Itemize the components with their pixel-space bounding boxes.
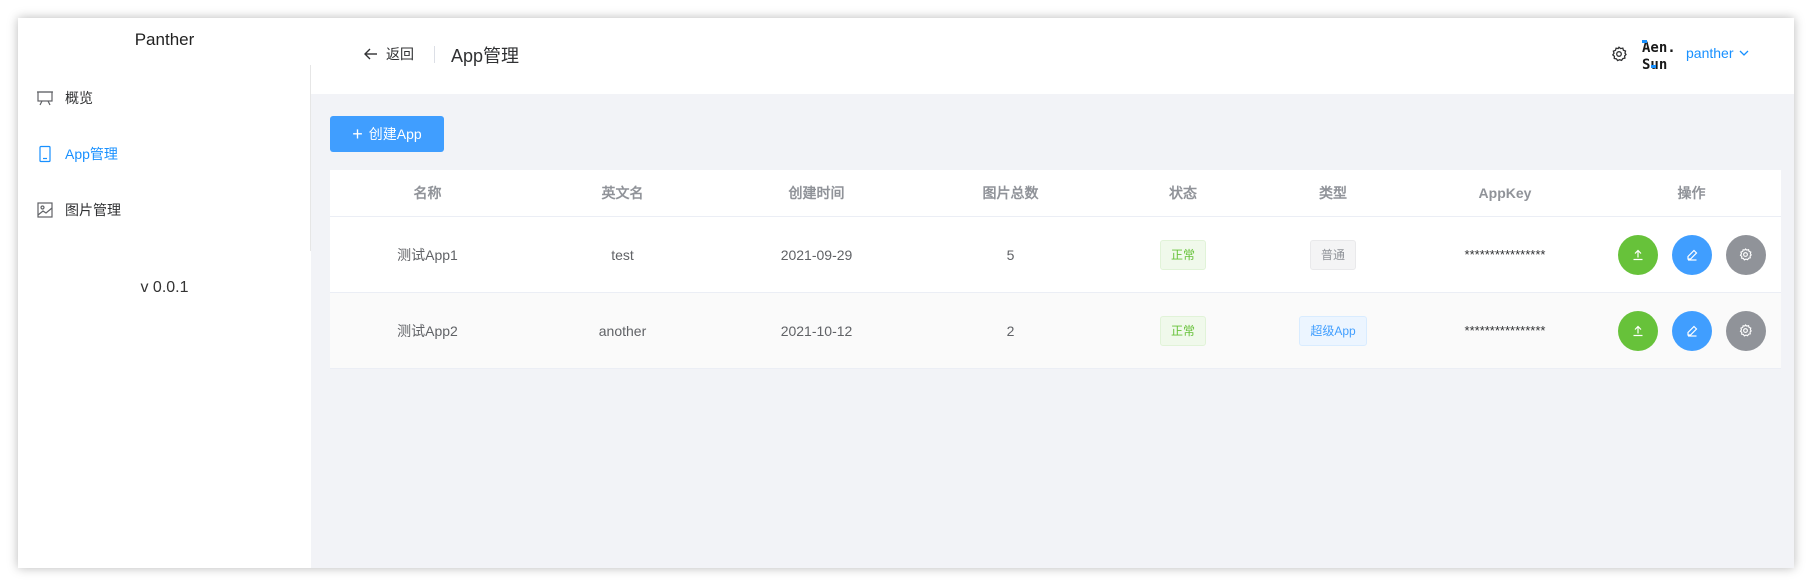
column-header-type: 类型 bbox=[1319, 185, 1347, 201]
svg-text:Sun: Sun bbox=[1642, 57, 1667, 72]
sidebar: Panther 概览 App管理 图片管理 v 0.0.1 bbox=[18, 18, 311, 568]
cell-en-name: another bbox=[598, 322, 647, 339]
table-header: 名称 英文名 创建时间 图片总数 状态 类型 AppKey 操作 bbox=[330, 170, 1781, 217]
app-window: Panther 概览 App管理 图片管理 v 0.0.1 返回 App管理 A… bbox=[18, 18, 1794, 568]
back-label: 返回 bbox=[386, 46, 414, 62]
sidebar-item-overview[interactable]: 概览 bbox=[18, 75, 310, 121]
version-label: v 0.0.1 bbox=[140, 279, 189, 296]
cell-name: 测试App2 bbox=[397, 322, 458, 339]
sidebar-item-label: 概览 bbox=[65, 90, 93, 106]
gear-icon bbox=[1739, 248, 1752, 261]
edit-icon bbox=[1686, 249, 1697, 261]
column-header-created: 创建时间 bbox=[788, 185, 845, 201]
settings-gear-icon[interactable] bbox=[1611, 46, 1627, 62]
column-header-status: 状态 bbox=[1169, 185, 1197, 201]
settings-button[interactable] bbox=[1725, 234, 1766, 275]
upload-button[interactable] bbox=[1617, 310, 1658, 351]
gear-icon bbox=[1739, 324, 1752, 337]
cell-status: 正常 bbox=[1108, 217, 1258, 292]
edit-button[interactable] bbox=[1671, 310, 1712, 351]
header-divider bbox=[434, 46, 435, 63]
type-badge: 超级App bbox=[1299, 315, 1367, 346]
column-header-count: 图片总数 bbox=[982, 185, 1039, 201]
cell-actions bbox=[1602, 217, 1781, 292]
column-header-en-name: 英文名 bbox=[601, 185, 644, 201]
brand-title: Panther bbox=[134, 30, 195, 49]
page-title: App管理 bbox=[451, 46, 520, 66]
status-badge: 正常 bbox=[1159, 239, 1206, 270]
upload-icon bbox=[1633, 325, 1642, 336]
username-label: panther bbox=[1686, 45, 1734, 61]
cell-type: 超级App bbox=[1258, 293, 1408, 368]
create-app-button[interactable]: + 创建App bbox=[330, 116, 444, 152]
status-badge: 正常 bbox=[1159, 315, 1206, 346]
type-badge: 普通 bbox=[1309, 239, 1356, 270]
cell-appkey: **************** bbox=[1408, 293, 1602, 368]
column-header-name: 名称 bbox=[413, 185, 442, 201]
edit-icon bbox=[1686, 325, 1697, 337]
settings-button[interactable] bbox=[1725, 310, 1766, 351]
column-header-appkey: AppKey bbox=[1478, 185, 1532, 201]
plus-icon: + bbox=[352, 124, 363, 144]
cell-created: 2021-10-12 bbox=[780, 322, 853, 339]
edit-button[interactable] bbox=[1671, 234, 1712, 275]
chevron-down-icon bbox=[1740, 50, 1749, 56]
user-avatar[interactable]: Aen. Sun bbox=[1641, 38, 1676, 73]
tablet-icon bbox=[36, 145, 54, 163]
cell-type: 普通 bbox=[1258, 217, 1408, 292]
image-icon bbox=[36, 201, 54, 219]
arrow-left-icon bbox=[364, 48, 377, 60]
upload-button[interactable] bbox=[1617, 234, 1658, 275]
sidebar-item-label: App管理 bbox=[65, 146, 118, 162]
cell-name: 测试App1 bbox=[397, 246, 458, 263]
table-row: 测试App1 test 2021-09-29 5 正常 普通 *********… bbox=[330, 217, 1781, 293]
cell-status: 正常 bbox=[1108, 293, 1258, 368]
cell-count: 5 bbox=[1006, 246, 1015, 263]
user-menu[interactable]: panther bbox=[1686, 45, 1749, 61]
cell-actions bbox=[1602, 293, 1781, 368]
create-app-label: 创建App bbox=[368, 126, 422, 142]
sidebar-item-image-management[interactable]: 图片管理 bbox=[18, 187, 310, 233]
sidebar-item-app-management[interactable]: App管理 bbox=[18, 131, 310, 177]
back-button[interactable]: 返回 bbox=[364, 44, 414, 64]
app-table: 名称 英文名 创建时间 图片总数 状态 类型 AppKey 操作 测试App1 … bbox=[330, 170, 1781, 369]
cell-count: 2 bbox=[1006, 322, 1015, 339]
main-content: + 创建App 名称 英文名 创建时间 图片总数 状态 类型 AppKey 操作… bbox=[311, 94, 1794, 568]
cell-appkey: **************** bbox=[1408, 217, 1602, 292]
cell-en-name: test bbox=[611, 246, 634, 263]
top-header: 返回 App管理 Aen. Sun panther bbox=[311, 18, 1794, 94]
upload-icon bbox=[1633, 249, 1642, 260]
appkey-value: **************** bbox=[1464, 323, 1546, 338]
appkey-value: **************** bbox=[1464, 247, 1546, 262]
cell-created: 2021-09-29 bbox=[780, 246, 853, 263]
column-header-actions: 操作 bbox=[1677, 185, 1706, 201]
table-row: 测试App2 another 2021-10-12 2 正常 超级App ***… bbox=[330, 293, 1781, 369]
presentation-icon bbox=[36, 89, 54, 107]
sidebar-item-label: 图片管理 bbox=[65, 202, 121, 218]
